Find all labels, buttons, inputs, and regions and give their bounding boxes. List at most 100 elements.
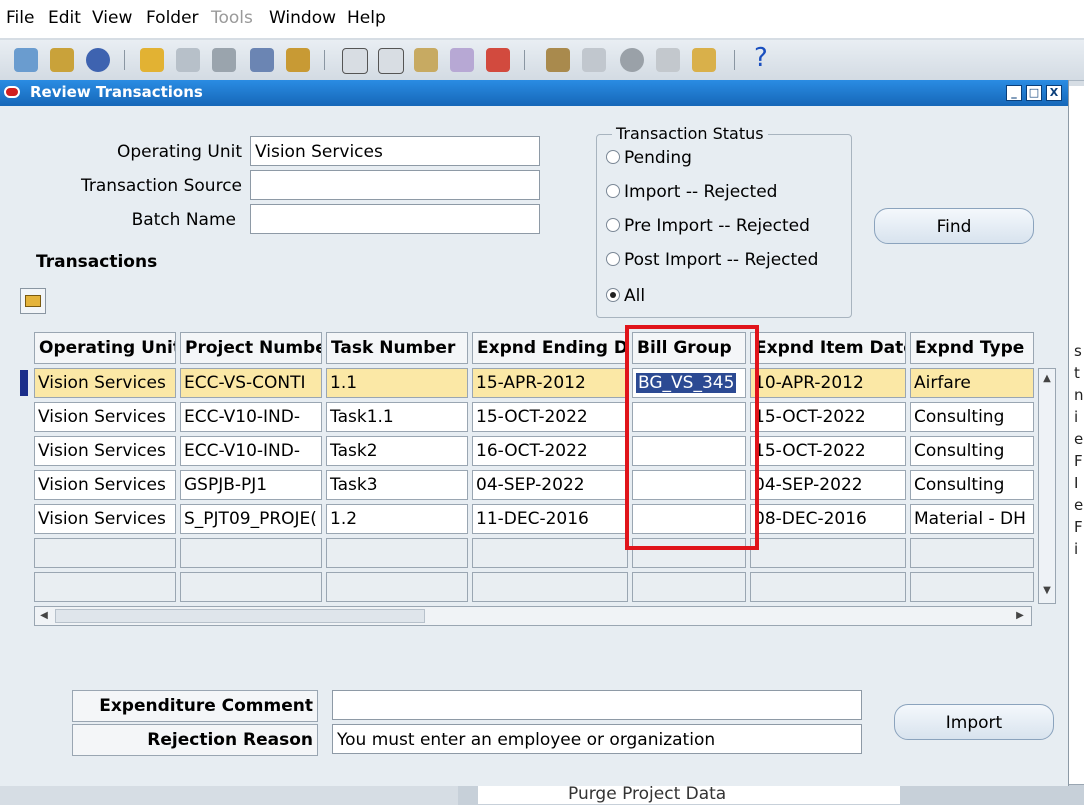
table-cell[interactable]: Vision Services [34,436,176,466]
table-cell[interactable]: Task3 [326,470,468,500]
attachments-icon[interactable] [286,48,310,72]
save-icon[interactable] [176,48,200,72]
purge-project-data-item[interactable]: Purge Project Data [568,784,726,804]
table-cell[interactable]: 15-APR-2012 [472,368,628,398]
zoom-icon[interactable] [86,48,110,72]
table-cell[interactable]: ECC-V10-IND- [180,436,322,466]
menu-view[interactable]: View [92,8,132,28]
menu-window[interactable]: Window [269,8,336,28]
menu-tools[interactable]: Tools [211,8,253,28]
menu-folder[interactable]: Folder [146,8,199,28]
table-cell[interactable] [180,572,322,602]
table-cell[interactable]: 04-SEP-2022 [750,470,906,500]
print-icon[interactable] [212,48,236,72]
column-header-project-number[interactable]: Project Number [180,332,322,364]
table-cell[interactable]: 08-DEC-2016 [750,504,906,534]
menu-edit[interactable]: Edit [48,8,81,28]
radio-pre-import-rejected[interactable]: Pre Import -- Rejected [606,216,810,236]
table-cell[interactable] [34,572,176,602]
table-cell[interactable]: Consulting [910,402,1034,432]
table-cell[interactable]: Task2 [326,436,468,466]
table-cell[interactable] [326,538,468,568]
table-cell[interactable]: S_PJT09_PROJE( [180,504,322,534]
table-cell[interactable]: Vision Services [34,504,176,534]
delete-record-icon[interactable] [486,48,510,72]
table-cell[interactable] [326,572,468,602]
table-cell[interactable] [750,538,906,568]
scroll-right-icon[interactable]: ▶ [1013,609,1027,623]
scroll-left-icon[interactable]: ◀ [37,609,51,623]
new-icon[interactable] [14,48,38,72]
table-cell[interactable]: Vision Services [34,470,176,500]
batch-name-field[interactable] [250,204,540,234]
translations-icon[interactable] [620,48,644,72]
help-icon[interactable]: ? [754,43,768,73]
table-cell[interactable]: Consulting [910,436,1034,466]
table-cell[interactable]: 1.2 [326,504,468,534]
attachment-clip-icon[interactable] [656,48,680,72]
table-cell[interactable]: 15-OCT-2022 [750,402,906,432]
radio-all[interactable]: All [606,286,645,306]
table-cell[interactable]: Vision Services [34,402,176,432]
window-title-bar[interactable]: Review Transactions _ □ X [0,80,1068,106]
vertical-scrollbar[interactable]: ▲ ▼ [1038,368,1056,604]
column-header-expnd-type[interactable]: Expnd Type [910,332,1034,364]
column-header-operating-unit[interactable]: Operating Unit [34,332,176,364]
column-header-task-number[interactable]: Task Number [326,332,468,364]
scroll-up-icon[interactable]: ▲ [1041,373,1053,385]
table-cell[interactable]: Material - DH [910,504,1034,534]
table-cell[interactable]: 11-DEC-2016 [472,504,628,534]
column-header-expnd-ending-date[interactable]: Expnd Ending Da [472,332,628,364]
table-cell[interactable]: 1.1 [326,368,468,398]
copy-icon[interactable] [378,48,404,74]
edit-field-icon[interactable] [546,48,570,72]
paste-icon[interactable] [414,48,438,72]
import-button[interactable]: Import [894,704,1054,740]
expenditure-comment-field[interactable] [332,690,862,720]
rejection-reason-field[interactable]: You must enter an employee or organizati… [332,724,862,754]
minimize-icon[interactable]: _ [1006,85,1022,101]
find-button[interactable]: Find [874,208,1034,244]
table-cell[interactable]: 04-SEP-2022 [472,470,628,500]
close-form-icon[interactable] [250,48,274,72]
table-cell[interactable] [34,538,176,568]
table-cell[interactable]: Task1.1 [326,402,468,432]
table-cell[interactable] [472,572,628,602]
zoom-field-icon[interactable] [582,48,606,72]
table-cell[interactable]: 16-OCT-2022 [472,436,628,466]
table-cell[interactable]: Vision Services [34,368,176,398]
table-cell[interactable]: Airfare [910,368,1034,398]
table-cell[interactable] [472,538,628,568]
horizontal-scrollbar[interactable]: ◀ ▶ [34,606,1032,626]
operating-unit-field[interactable]: Vision Services [250,136,540,166]
table-cell[interactable] [180,538,322,568]
table-cell[interactable]: GSPJB-PJ1 [180,470,322,500]
table-cell[interactable] [750,572,906,602]
table-cell[interactable] [910,572,1034,602]
maximize-icon[interactable]: □ [1026,85,1042,101]
table-cell[interactable]: ECC-VS-CONTI [180,368,322,398]
open-folder-button[interactable] [20,288,46,314]
navigator-icon[interactable] [50,48,74,72]
folder-tools-icon[interactable] [692,48,716,72]
menu-help[interactable]: Help [347,8,386,28]
cut-icon[interactable] [342,48,368,74]
table-cell[interactable]: 15-OCT-2022 [472,402,628,432]
open-icon[interactable] [140,48,164,72]
column-header-expnd-item-date[interactable]: Expnd Item Date [750,332,906,364]
table-cell[interactable]: Consulting [910,470,1034,500]
bill-group-cell[interactable] [632,572,746,602]
close-icon[interactable]: X [1046,85,1062,101]
scroll-down-icon[interactable]: ▼ [1041,585,1053,597]
transaction-source-field[interactable] [250,170,540,200]
radio-post-import-rejected[interactable]: Post Import -- Rejected [606,250,818,270]
table-cell[interactable] [910,538,1034,568]
table-cell[interactable]: ECC-V10-IND- [180,402,322,432]
clear-record-icon[interactable] [450,48,474,72]
table-cell[interactable]: 15-OCT-2022 [750,436,906,466]
menu-file[interactable]: File [6,8,34,28]
table-cell[interactable]: 10-APR-2012 [750,368,906,398]
horizontal-scroll-thumb[interactable] [55,609,425,623]
radio-import-rejected[interactable]: Import -- Rejected [606,182,777,202]
radio-pending[interactable]: Pending [606,148,692,168]
